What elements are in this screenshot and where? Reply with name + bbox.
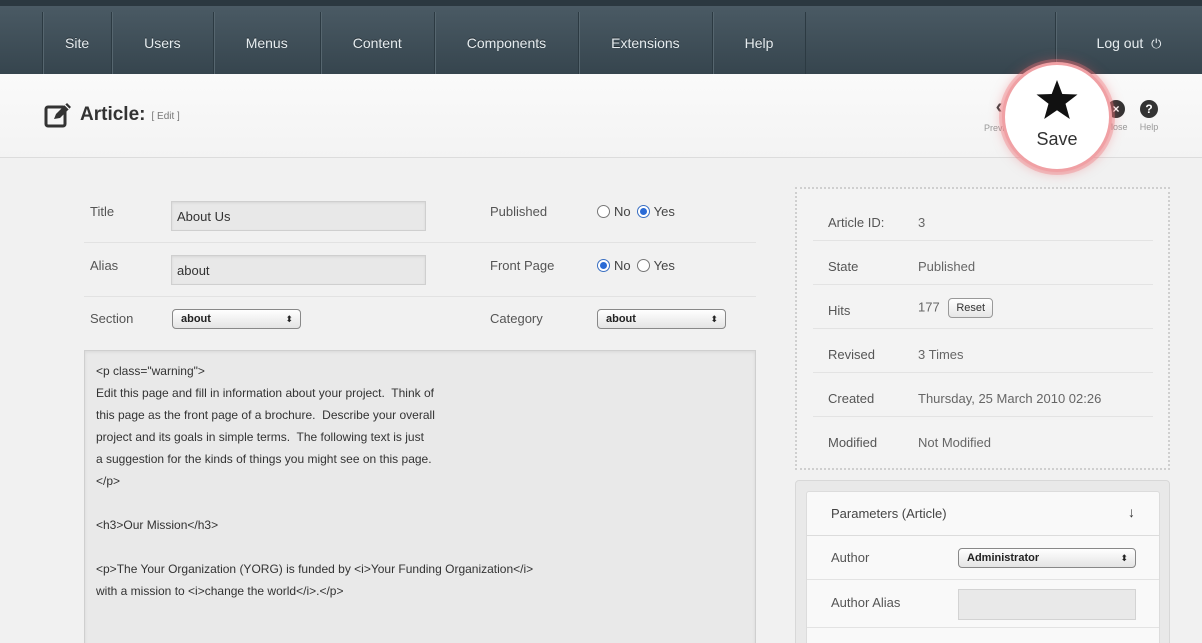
- info-row-created: Created Thursday, 25 March 2010 02:26: [813, 373, 1153, 417]
- alias-input[interactable]: about: [171, 255, 426, 285]
- info-row-revised: Revised 3 Times: [813, 329, 1153, 373]
- edit-icon: [44, 103, 71, 128]
- nav-item-menus[interactable]: Menus: [212, 12, 320, 74]
- frontpage-no-label: No: [614, 258, 631, 273]
- section-select-value: about: [181, 313, 211, 325]
- editor-line: a suggestion for the kinds of things you…: [96, 452, 432, 466]
- parameters-title: Parameters (Article): [831, 506, 947, 521]
- published-no-radio[interactable]: [597, 205, 610, 218]
- published-yes-label: Yes: [653, 204, 675, 219]
- author-label: Author: [831, 550, 870, 565]
- info-key: Revised: [828, 347, 875, 362]
- hits-value-wrap: 177 Reset: [918, 298, 994, 318]
- divider: [84, 296, 756, 297]
- parameters-panel-header[interactable]: Parameters (Article) ↓: [807, 492, 1159, 536]
- section-select[interactable]: about ⬍: [172, 309, 301, 329]
- frontpage-radio-group: No Yes: [597, 258, 681, 273]
- category-label: Category: [490, 311, 543, 326]
- author-select-value: Administrator: [967, 552, 1040, 564]
- editor-line: ​: [96, 492, 755, 514]
- page-subtitle: [ Edit ]: [151, 111, 180, 122]
- parameters-panel-body: Parameters (Article) ↓ Author Administra…: [806, 491, 1160, 643]
- info-value: 177: [918, 299, 940, 315]
- param-row-author: Author Administrator ⬍: [807, 536, 1159, 580]
- frontpage-yes-label: Yes: [653, 258, 675, 273]
- info-value: 3 Times: [918, 347, 964, 362]
- info-key: Hits: [828, 303, 851, 318]
- help-label: Help: [1139, 122, 1159, 132]
- select-arrows-icon: ⬍: [285, 314, 293, 324]
- main-menu: Site Users Menus Content Components Exte…: [42, 12, 807, 74]
- frontpage-yes-radio[interactable]: [636, 259, 650, 272]
- category-select-value: about: [606, 313, 636, 325]
- editor-line: </p>: [96, 474, 121, 488]
- nav-item-extensions[interactable]: Extensions: [578, 12, 711, 74]
- nav-item-users[interactable]: Users: [111, 12, 213, 74]
- editor-line: project and its goals in simple terms. T…: [96, 430, 424, 444]
- info-key: Created: [828, 391, 875, 406]
- published-radio-group: No Yes: [597, 204, 681, 219]
- category-select[interactable]: about ⬍: [597, 309, 726, 329]
- editor-line: <p>The Your Organization (YORG) is funde…: [96, 562, 534, 576]
- alias-label: Alias: [90, 258, 119, 273]
- info-value: 3: [918, 215, 926, 230]
- help-button[interactable]: ? Help: [1134, 100, 1164, 132]
- editor-line: ​: [96, 536, 755, 558]
- author-alias-input[interactable]: [958, 589, 1136, 620]
- save-button[interactable]: Save: [1002, 62, 1112, 172]
- parameters-panel: Parameters (Article) ↓ Author Administra…: [795, 480, 1170, 643]
- published-no-label: No: [614, 204, 631, 219]
- editor-line: this page as the front page of a brochur…: [96, 408, 435, 422]
- editor-line: Edit this page and fill in information a…: [96, 386, 434, 400]
- info-value: Not Modified: [918, 435, 991, 450]
- article-info-panel: Article ID: 3 State Published Hits 177 R…: [795, 187, 1170, 470]
- nav-item-content[interactable]: Content: [319, 12, 434, 74]
- logout-label: Log out: [1096, 35, 1144, 51]
- section-label: Section: [90, 311, 134, 326]
- editor-line: <h3>Our Mission</h3>: [96, 518, 219, 532]
- title-label: Title: [90, 204, 115, 219]
- param-row-author-alias: Author Alias: [807, 580, 1159, 628]
- title-input[interactable]: About Us: [171, 201, 426, 231]
- divider: [84, 242, 756, 243]
- info-row-article-id: Article ID: 3: [813, 197, 1153, 241]
- top-navigation-bar: Site Users Menus Content Components Exte…: [0, 0, 1202, 74]
- page-title-text: Article:: [80, 104, 146, 125]
- editor-line: with a mission to <i>change the world</i…: [96, 584, 344, 598]
- info-row-hits: Hits 177 Reset: [813, 285, 1153, 329]
- info-row-modified: Modified Not Modified: [813, 417, 1153, 461]
- select-arrows-icon: ⬍: [710, 314, 718, 324]
- select-arrows-icon: ⬍: [1120, 553, 1128, 563]
- star-icon: [1036, 80, 1078, 119]
- page-title: Article: [ Edit ]: [44, 102, 180, 128]
- arrow-down-icon: ↓: [1128, 504, 1135, 520]
- author-select[interactable]: Administrator ⬍: [958, 548, 1136, 568]
- info-value: Thursday, 25 March 2010 02:26: [918, 391, 1102, 406]
- info-key: State: [828, 259, 859, 274]
- article-text-editor[interactable]: <p class="warning"> Edit this page and f…: [84, 350, 756, 643]
- nav-item-components[interactable]: Components: [433, 12, 578, 74]
- save-label: Save: [1036, 129, 1078, 149]
- nav-item-help[interactable]: Help: [711, 12, 807, 74]
- logout-button[interactable]: Log out ⏻: [1055, 12, 1202, 74]
- author-alias-label: Author Alias: [831, 595, 901, 610]
- info-key: Modified: [828, 435, 878, 450]
- published-label: Published: [490, 204, 548, 219]
- editor-line: <p class="warning">: [96, 364, 205, 378]
- info-key: Article ID:: [828, 215, 885, 230]
- info-value: Published: [918, 259, 976, 274]
- frontpage-no-radio[interactable]: [597, 259, 610, 272]
- frontpage-label: Front Page: [490, 258, 555, 273]
- help-icon: ?: [1140, 100, 1158, 118]
- nav-item-site[interactable]: Site: [42, 12, 111, 74]
- reset-hits-button[interactable]: Reset: [948, 298, 994, 318]
- published-yes-radio[interactable]: [636, 205, 650, 218]
- info-row-state: State Published: [813, 241, 1153, 285]
- power-icon: ⏻: [1151, 36, 1162, 51]
